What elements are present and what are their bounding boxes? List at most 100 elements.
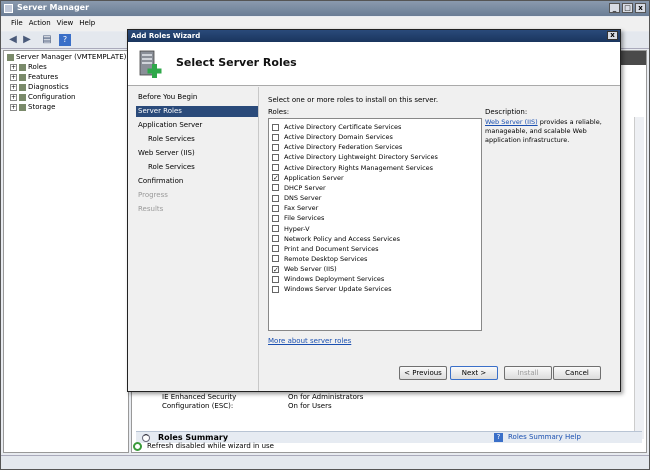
expand-icon[interactable]: + bbox=[10, 93, 17, 101]
roles-label: Roles: bbox=[268, 108, 290, 116]
instructions-text: Select one or more roles to install on t… bbox=[268, 96, 439, 104]
maximize-button[interactable]: □ bbox=[622, 3, 633, 13]
role-label: Active Directory Rights Management Servi… bbox=[284, 163, 434, 172]
close-button[interactable]: x bbox=[635, 3, 646, 13]
role-label: Web Server (IIS) bbox=[284, 265, 337, 274]
checkbox[interactable] bbox=[272, 204, 279, 212]
role-item[interactable]: File Services bbox=[272, 213, 324, 223]
role-item[interactable]: Active Directory Rights Management Servi… bbox=[272, 163, 433, 173]
checkbox[interactable] bbox=[272, 123, 279, 131]
wizard-step-app-role-services[interactable]: Role Services bbox=[146, 134, 256, 145]
expand-icon[interactable]: + bbox=[10, 83, 17, 91]
expand-icon[interactable]: + bbox=[10, 73, 17, 81]
tree-item-features[interactable]: + Features bbox=[10, 73, 58, 83]
bottom-status-bar bbox=[1, 455, 649, 469]
features-icon bbox=[19, 73, 26, 81]
wizard-step-application-server[interactable]: Application Server bbox=[136, 120, 256, 131]
wizard-step-web-role-services[interactable]: Role Services bbox=[146, 162, 256, 173]
role-item[interactable]: Active Directory Certificate Services bbox=[272, 122, 401, 132]
menu-help[interactable]: Help bbox=[79, 19, 95, 31]
role-label: Remote Desktop Services bbox=[284, 254, 368, 263]
wizard-content: Select one or more roles to install on t… bbox=[258, 87, 620, 391]
esc-label: IE Enhanced Security Configuration (ESC)… bbox=[162, 393, 237, 410]
tree-item-configuration[interactable]: + Configuration bbox=[10, 93, 75, 103]
checkbox[interactable] bbox=[272, 275, 279, 283]
server-icon bbox=[7, 53, 14, 61]
role-item[interactable]: Active Directory Federation Services bbox=[272, 142, 402, 152]
role-label: File Services bbox=[284, 214, 325, 223]
description-box: Web Server (IIS) provides a reliable, ma… bbox=[485, 118, 605, 145]
description-link[interactable]: Web Server (IIS) bbox=[485, 118, 538, 126]
checkbox[interactable] bbox=[272, 164, 279, 172]
checkbox[interactable] bbox=[272, 285, 279, 293]
role-item[interactable]: ✓ Web Server (IIS) bbox=[272, 264, 337, 274]
wizard-step-server-roles[interactable]: Server Roles bbox=[136, 106, 258, 117]
roles-icon bbox=[19, 63, 26, 71]
menu-view[interactable]: View bbox=[57, 19, 74, 31]
checkbox[interactable] bbox=[272, 143, 279, 151]
more-about-server-roles-link[interactable]: More about server roles bbox=[268, 337, 351, 345]
role-item[interactable]: Active Directory Domain Services bbox=[272, 132, 393, 142]
wizard-step-before-you-begin[interactable]: Before You Begin bbox=[136, 92, 256, 103]
minimize-button[interactable]: _ bbox=[609, 3, 620, 13]
role-item[interactable]: DHCP Server bbox=[272, 183, 326, 193]
cancel-button[interactable]: Cancel bbox=[553, 366, 601, 380]
menu-file[interactable]: File bbox=[11, 19, 23, 31]
console-tree-icon[interactable]: ▤ bbox=[41, 34, 53, 46]
help-icon[interactable]: ? bbox=[59, 34, 71, 46]
checkbox[interactable] bbox=[272, 133, 279, 141]
role-label: Active Directory Lightweight Directory S… bbox=[284, 153, 438, 162]
roles-list: Active Directory Certificate Services Act… bbox=[268, 118, 482, 331]
previous-button[interactable]: < Previous bbox=[399, 366, 447, 380]
role-item[interactable]: Remote Desktop Services bbox=[272, 254, 367, 264]
tree-item-server-manager[interactable]: Server Manager (VMTEMPLATE) bbox=[7, 53, 126, 63]
configuration-icon bbox=[19, 93, 26, 101]
refresh-icon bbox=[133, 442, 142, 451]
checkbox[interactable] bbox=[272, 255, 279, 263]
checkbox[interactable] bbox=[272, 245, 279, 253]
role-item[interactable]: Fax Server bbox=[272, 203, 318, 213]
esc-value-users: On for Users bbox=[288, 402, 332, 410]
role-label: Active Directory Certificate Services bbox=[284, 123, 402, 131]
checkbox[interactable] bbox=[272, 235, 279, 243]
role-item[interactable]: Network Policy and Access Services bbox=[272, 234, 400, 244]
role-item[interactable]: Print and Document Services bbox=[272, 244, 378, 254]
role-item[interactable]: Windows Server Update Services bbox=[272, 284, 391, 294]
forward-arrow-icon[interactable]: ▶ bbox=[21, 34, 33, 46]
checkbox[interactable] bbox=[272, 153, 279, 161]
tree-item-storage[interactable]: + Storage bbox=[10, 103, 55, 113]
vertical-scrollbar[interactable] bbox=[634, 117, 644, 439]
add-roles-wizard-dialog: Add Roles Wizard x Select Server Roles B… bbox=[127, 29, 621, 392]
wizard-step-confirmation[interactable]: Confirmation bbox=[136, 176, 256, 187]
expand-icon[interactable]: + bbox=[10, 103, 17, 111]
checkbox[interactable] bbox=[272, 214, 279, 222]
server-roles-icon bbox=[139, 50, 162, 78]
role-item[interactable]: Hyper-V bbox=[272, 224, 310, 234]
wizard-close-button[interactable]: x bbox=[607, 31, 618, 40]
checked-checkbox[interactable]: ✓ bbox=[272, 265, 279, 273]
role-item[interactable]: DNS Server bbox=[272, 193, 321, 203]
checkbox[interactable] bbox=[272, 194, 279, 202]
next-button[interactable]: Next > bbox=[450, 366, 498, 380]
role-item[interactable]: Active Directory Lightweight Directory S… bbox=[272, 152, 438, 162]
wizard-title: Add Roles Wizard bbox=[131, 32, 201, 40]
role-item[interactable]: ✓ Application Server bbox=[272, 173, 344, 183]
role-label: DNS Server bbox=[284, 194, 322, 203]
window-title: Server Manager bbox=[17, 3, 90, 12]
back-arrow-icon[interactable]: ◀ bbox=[7, 34, 19, 46]
tree-item-diagnostics[interactable]: + Diagnostics bbox=[10, 83, 69, 93]
menu-action[interactable]: Action bbox=[29, 19, 51, 31]
roles-summary-help-link[interactable]: Roles Summary Help bbox=[508, 433, 581, 441]
checked-checkbox[interactable]: ✓ bbox=[272, 174, 279, 182]
wizard-page-title: Select Server Roles bbox=[176, 56, 297, 69]
checkbox[interactable] bbox=[272, 225, 279, 232]
navigation-tree: Server Manager (VMTEMPLATE) + Roles + Feat… bbox=[3, 50, 129, 453]
server-manager-titlebar: Server Manager _ □ x bbox=[1, 1, 649, 16]
wizard-titlebar: Add Roles Wizard x bbox=[128, 30, 620, 42]
role-item[interactable]: Windows Deployment Services bbox=[272, 274, 384, 284]
expand-icon[interactable]: + bbox=[10, 63, 17, 71]
wizard-step-web-server[interactable]: Web Server (IIS) bbox=[136, 148, 256, 159]
checkbox[interactable] bbox=[272, 184, 279, 192]
status-text: Refresh disabled while wizard in use bbox=[147, 442, 274, 450]
tree-item-roles[interactable]: + Roles bbox=[10, 63, 47, 73]
